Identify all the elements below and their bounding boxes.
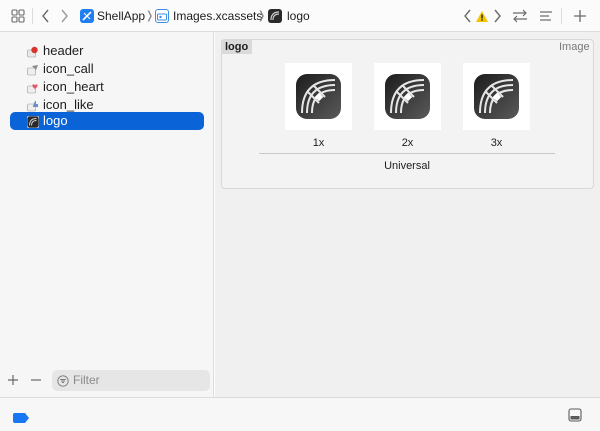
next-issue-icon[interactable] (487, 6, 507, 26)
debug-area-toggle-icon[interactable] (568, 408, 582, 422)
filter-icon (57, 374, 69, 387)
sidebar-item-logo[interactable]: logo (10, 112, 204, 130)
asset-catalog-icon (155, 9, 169, 23)
logo-image-3x (474, 74, 519, 119)
lines-icon[interactable] (536, 6, 556, 26)
toolbar-divider (32, 8, 33, 24)
logo-image-1x (296, 74, 341, 119)
tag-icon[interactable] (12, 410, 30, 423)
swap-icon[interactable] (510, 6, 530, 26)
sidebar-item-label: logo (43, 113, 68, 128)
sidebar-item-label: header (43, 43, 84, 58)
header-icon (27, 45, 39, 58)
image-slot-1x[interactable] (285, 63, 352, 130)
scale-label-2x: 2x (401, 137, 414, 149)
breadcrumb-imageset[interactable]: logo (287, 8, 310, 24)
toolbar-divider (561, 8, 562, 24)
logo-image-2x (385, 74, 430, 119)
heart-icon (27, 81, 39, 94)
grid-icon[interactable] (8, 6, 28, 26)
sidebar-footer: Filter (0, 370, 214, 397)
breadcrumb-separator: ❭ (145, 10, 155, 22)
logo-icon (26, 115, 40, 129)
add-asset-icon[interactable] (6, 373, 20, 387)
breadcrumb-project[interactable]: ShellApp (97, 8, 145, 24)
image-set-icon (268, 9, 282, 23)
app-project-icon (80, 9, 94, 23)
filter-placeholder: Filter (73, 373, 100, 387)
scale-label-3x: 3x (490, 137, 503, 149)
device-group-label: Universal (384, 160, 430, 172)
scale-label-1x: 1x (312, 137, 325, 149)
add-icon[interactable] (570, 6, 590, 26)
remove-asset-icon[interactable] (29, 373, 43, 387)
sidebar-item-label: icon_heart (43, 79, 104, 94)
forward-icon[interactable] (54, 6, 74, 26)
back-icon[interactable] (36, 6, 56, 26)
breadcrumb-catalog[interactable]: Images.xcassets (173, 8, 262, 24)
image-slot-2x[interactable] (374, 63, 441, 130)
breadcrumb-separator: ❭ (257, 10, 267, 22)
image-set-name[interactable]: logo (221, 40, 253, 54)
like-icon (27, 99, 39, 112)
call-icon (27, 63, 39, 76)
filter-field[interactable]: Filter (52, 370, 210, 391)
toolbar: ShellApp ❭ Images.xcassets ❭ logo (0, 0, 600, 32)
sidebar-item-icon-heart[interactable]: icon_heart (10, 78, 204, 96)
status-bar (0, 397, 600, 431)
sidebar-item-label: icon_call (43, 61, 94, 76)
sidebar-item-header[interactable]: header (10, 42, 204, 60)
image-set-type: Image (559, 41, 590, 53)
group-divider (259, 153, 555, 154)
image-slot-3x[interactable] (463, 63, 530, 130)
sidebar-item-icon-call[interactable]: icon_call (10, 60, 204, 78)
asset-list-sidebar: header icon_call icon_heart icon_like lo… (0, 32, 214, 397)
sidebar-item-label: icon_like (43, 97, 94, 112)
